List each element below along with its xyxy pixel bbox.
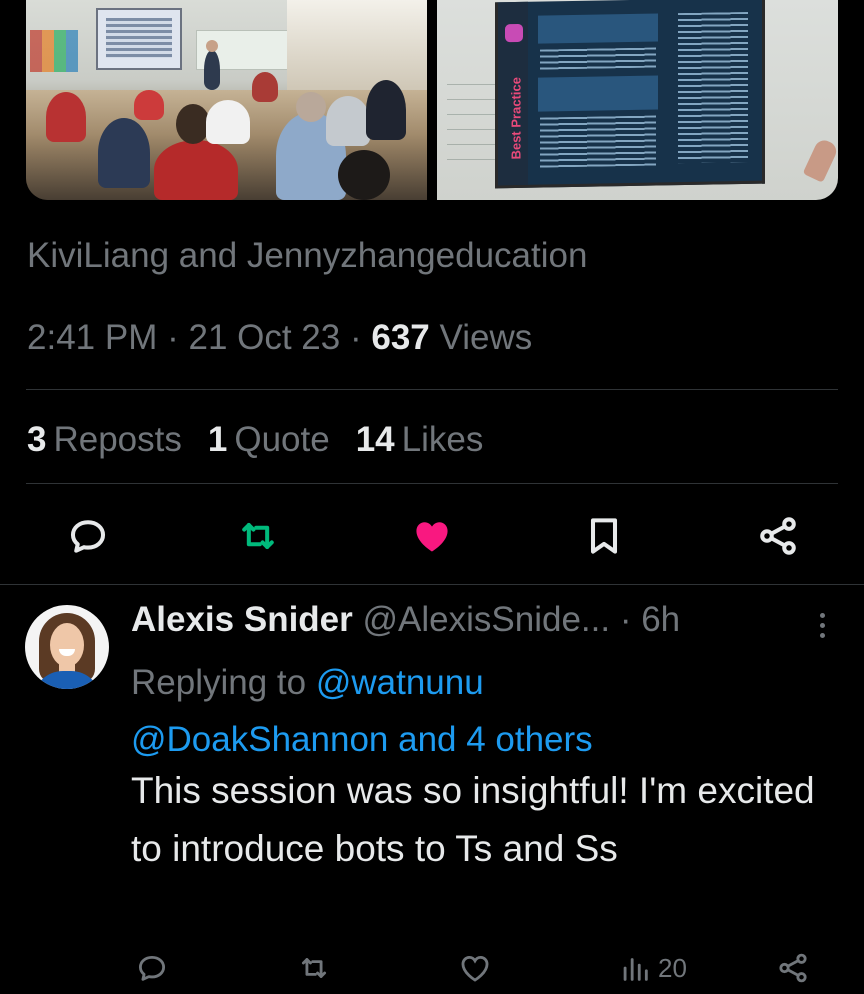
- reply-icon: [138, 955, 166, 981]
- bookmark-icon: [590, 518, 618, 554]
- views-count: 637: [371, 318, 430, 357]
- reply-handle[interactable]: @AlexisSnide...: [363, 600, 611, 639]
- tagged-users[interactable]: KiviLiang and Jennyzhangeducation: [27, 236, 587, 276]
- more-options-icon[interactable]: [812, 608, 832, 642]
- replying-to: Replying to @watnunu @DoakShannon and 4 …: [131, 654, 831, 768]
- likes-label: Likes: [401, 420, 484, 459]
- slide-text-lines: [678, 11, 748, 164]
- attendee-head: [338, 150, 390, 200]
- hand: [802, 137, 838, 183]
- whiteboard-notes: [447, 70, 497, 170]
- projected-slide: Best Practice: [495, 0, 765, 189]
- mention-link[interactable]: @watnunu: [316, 663, 484, 702]
- slide-text-box: [538, 13, 658, 44]
- attendee: [134, 90, 164, 120]
- bookmark-button[interactable]: [580, 512, 628, 560]
- presenter: [204, 50, 220, 90]
- reply-icon: [70, 520, 106, 553]
- reply-separator: ·: [619, 600, 632, 639]
- presentation-slide-photo[interactable]: Best Practice: [437, 0, 838, 200]
- repost-icon: [242, 522, 274, 550]
- divider: [0, 584, 864, 585]
- share-icon: [760, 517, 796, 555]
- meta-separator: ·: [167, 318, 189, 357]
- classroom-photo[interactable]: [26, 0, 427, 200]
- attendee: [206, 100, 250, 144]
- window: [287, 0, 427, 90]
- mention-others-link[interactable]: @DoakShannon and 4 others: [131, 720, 593, 759]
- divider: [26, 389, 838, 390]
- reply-views-button[interactable]: 20: [618, 950, 687, 986]
- meta-separator: ·: [349, 318, 372, 357]
- replying-prefix: Replying to: [131, 663, 307, 702]
- slide-text-lines: [540, 47, 656, 70]
- avatar-face: [50, 623, 84, 667]
- views-label: Views: [439, 318, 533, 357]
- attendee: [46, 92, 86, 142]
- reply-time[interactable]: 6h: [641, 600, 680, 639]
- attendee-head: [176, 104, 210, 144]
- avatar[interactable]: [25, 605, 109, 689]
- tweet-detail-page: Best Practice KiviLiang and Jennyzhanged…: [0, 0, 864, 994]
- attendee-head: [296, 92, 326, 122]
- heart-icon: [416, 522, 448, 552]
- quotes-label: Quote: [234, 420, 330, 459]
- reply-display-name[interactable]: Alexis Snider: [131, 600, 353, 639]
- reply-views-count: 20: [658, 952, 687, 983]
- likes-stat[interactable]: 14 Likes: [356, 420, 484, 460]
- engagement-stats: 3 Reposts 1 Quote 14 Likes: [27, 420, 483, 460]
- repost-button[interactable]: [234, 512, 282, 560]
- attendee: [98, 118, 150, 188]
- attendee: [252, 72, 278, 102]
- presenter-head: [206, 40, 218, 52]
- repost-icon: [301, 958, 327, 978]
- slide-side-text: Best Practice: [508, 76, 524, 160]
- reposts-label: Reposts: [53, 420, 182, 459]
- tweet-time[interactable]: 2:41 PM: [27, 318, 157, 357]
- heart-icon: [461, 955, 489, 982]
- attendee: [326, 96, 370, 146]
- attendee: [154, 140, 238, 200]
- reposts-stat[interactable]: 3 Reposts: [27, 420, 182, 460]
- tweet-media-grid: Best Practice: [26, 0, 838, 200]
- projection-screen: [96, 8, 182, 70]
- attendee: [366, 80, 406, 140]
- reply-text: This session was so insightful! I'm exci…: [131, 770, 815, 869]
- reply-share-button[interactable]: [776, 950, 810, 986]
- tweet-meta: 2:41 PM · 21 Oct 23 · 637 Views: [27, 318, 532, 358]
- reply-reply-button[interactable]: [135, 950, 169, 986]
- share-button[interactable]: [754, 512, 802, 560]
- wall-posters: [30, 30, 78, 72]
- reply-repost-button[interactable]: [297, 950, 331, 986]
- likes-count: 14: [355, 420, 395, 459]
- analytics-icon: [623, 958, 648, 981]
- slide-text-lines: [540, 115, 656, 168]
- tweet-date[interactable]: 21 Oct 23: [188, 318, 340, 357]
- slide-text-box: [538, 75, 658, 112]
- reply-action-bar: 20: [0, 942, 864, 994]
- reply-like-button[interactable]: [458, 950, 492, 986]
- tweet-action-bar: [0, 500, 864, 572]
- quotes-count: 1: [207, 420, 228, 459]
- like-button[interactable]: [408, 512, 456, 560]
- share-icon: [779, 953, 807, 983]
- quotes-stat[interactable]: 1 Quote: [208, 420, 330, 460]
- reply-button[interactable]: [64, 512, 112, 560]
- reply-header: Alexis Snider @AlexisSnide... · 6h: [131, 600, 680, 640]
- reposts-count: 3: [27, 420, 47, 459]
- divider: [26, 483, 838, 484]
